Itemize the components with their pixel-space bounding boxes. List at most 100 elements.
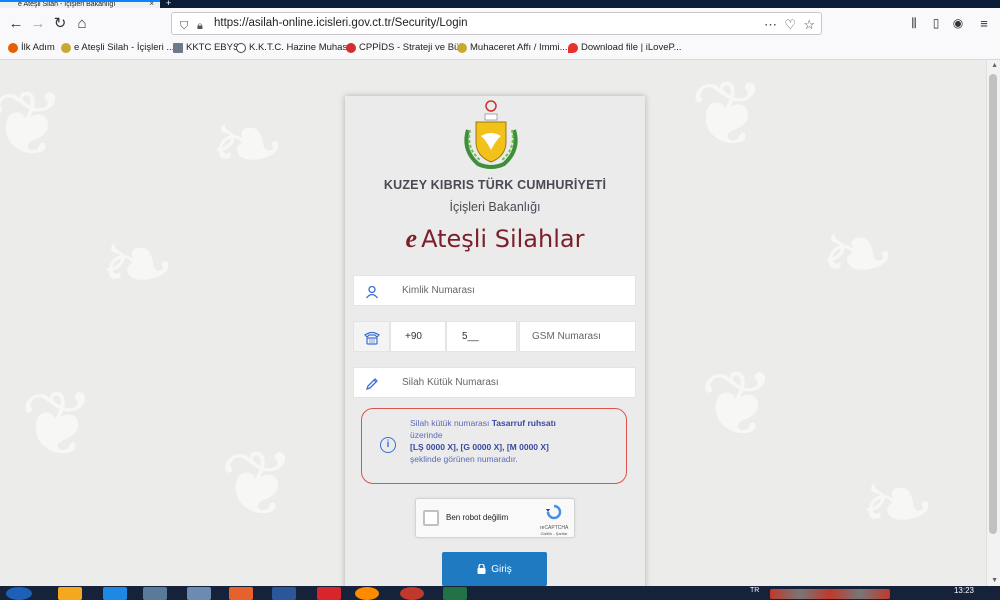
leaf-pattern-decoration: ❦ xyxy=(20,375,96,475)
globe-icon xyxy=(236,42,246,53)
leaf-pattern-decoration: ❧ xyxy=(210,95,286,195)
gsm-prefix-field[interactable]: 5__ xyxy=(446,321,517,352)
bookmarks-bar: İlk Adım e Ateşli Silah - İçişleri ... K… xyxy=(0,38,1000,60)
bookmark-label: K.K.T.C. Hazine Muhas... xyxy=(249,42,356,53)
home-icon: ⌂ xyxy=(77,14,87,32)
pocket-icon[interactable]: ♡ xyxy=(784,14,796,35)
clock[interactable]: 13:23 xyxy=(954,586,974,595)
bookmark-item[interactable]: CPPİDS - Strateji ve Bü... xyxy=(346,42,467,53)
bookmark-label: CPPİDS - Strateji ve Bü... xyxy=(359,42,468,53)
start-button[interactable] xyxy=(6,587,32,600)
leaf-pattern-decoration: ❦ xyxy=(700,355,776,455)
recaptcha-checkbox[interactable] xyxy=(423,510,439,526)
pencil-icon xyxy=(354,368,390,399)
recaptcha-widget: Ben robot değilim reCAPTCHA Gizlilik - Ş… xyxy=(415,498,575,538)
ministry-name: İçişleri Bakanlığı xyxy=(449,200,541,214)
page-actions-icon[interactable]: ⋯ xyxy=(764,14,777,35)
app-title: e Ateşli Silahlar xyxy=(345,224,645,254)
new-tab-icon[interactable]: + xyxy=(166,0,171,8)
emblem-icon xyxy=(457,42,467,53)
system-tray-icons[interactable] xyxy=(770,589,890,599)
app-title-text: Ateşli Silahlar xyxy=(421,225,585,253)
word-icon[interactable] xyxy=(272,587,296,600)
phone-icon-box xyxy=(353,321,390,352)
reload-icon: ↻ xyxy=(53,15,67,32)
heart-icon xyxy=(568,42,578,53)
page-background: ❦ ❧ ❦ ❧ ❦ ❦ ❧ ❦ ❧ KUZEY KIBRIS TÜRK CUMH… xyxy=(0,60,1000,586)
internet-explorer-icon[interactable] xyxy=(103,587,127,600)
bookmark-label: Muhaceret Affı / Immi... xyxy=(470,42,568,53)
tab-close-icon[interactable]: × xyxy=(149,2,154,8)
recaptcha-label: Ben robot değilim xyxy=(446,513,509,522)
youtube-icon xyxy=(346,42,356,53)
login-button[interactable]: Giriş xyxy=(442,552,547,586)
leaf-pattern-decoration: ❧ xyxy=(100,215,176,315)
back-arrow-icon: ← xyxy=(8,14,24,32)
bookmark-label: e Ateşli Silah - İçişleri ... xyxy=(74,42,175,53)
library-icon: ⫼ xyxy=(911,15,917,30)
info-line4: şeklinde görünen numaradır. xyxy=(410,454,518,464)
shield-icon[interactable]: ⛉ xyxy=(180,16,188,37)
bookmark-item[interactable]: K.K.T.C. Hazine Muhas... xyxy=(236,42,355,53)
leaf-pattern-decoration: ❦ xyxy=(690,65,766,165)
scroll-up-icon[interactable]: ▲ xyxy=(991,62,998,69)
tab-title: e Ateşli Silah - İçişleri Bakanlığı xyxy=(18,1,116,8)
license-number-field[interactable]: Silah Kütük Numarası xyxy=(353,367,636,398)
bookmark-item[interactable]: İlk Adım xyxy=(8,42,55,53)
page-scrollbar[interactable]: ▲ ▼ xyxy=(986,60,1000,586)
lock-icon[interactable]: 🔒︎ xyxy=(197,16,203,37)
info-line2: üzerinde xyxy=(410,430,443,440)
url-text: https://asilah-online.icisleri.gov.ct.tr… xyxy=(214,17,468,29)
url-bar[interactable]: ⛉ 🔒︎ https://asilah-online.icisleri.gov.… xyxy=(171,12,822,35)
app-title-prefix: e xyxy=(405,224,418,253)
language-indicator[interactable]: TR xyxy=(750,587,759,594)
back-button[interactable]: ← xyxy=(6,13,26,33)
emblem-icon xyxy=(61,42,71,53)
menu-button[interactable]: ≡ xyxy=(974,13,994,33)
taskbar-app-icon[interactable] xyxy=(229,587,253,600)
firefox-taskbar-icon[interactable] xyxy=(355,587,379,600)
bookmark-item[interactable]: KKTC EBYS xyxy=(173,42,239,53)
info-icon: i xyxy=(380,437,396,453)
id-number-field[interactable]: Kimlik Numarası xyxy=(353,275,636,306)
info-line1-bold: Tasarruf ruhsatı xyxy=(491,418,556,428)
taskbar-app-icon[interactable] xyxy=(58,587,82,600)
forward-button[interactable]: → xyxy=(28,13,48,33)
extension-icon: ◉ xyxy=(952,16,964,30)
government-name: KUZEY KIBRIS TÜRK CUMHURİYETİ xyxy=(383,178,607,192)
bookmark-label: İlk Adım xyxy=(21,42,55,53)
scrollbar-thumb[interactable] xyxy=(989,74,997,534)
tab-active[interactable]: e Ateşli Silah - İçişleri Bakanlığı × xyxy=(0,0,160,8)
home-button[interactable]: ⌂ xyxy=(72,13,92,33)
navigation-bar: ← → ↻ ⌂ ⛉ 🔒︎ https://asilah-online.icisl… xyxy=(0,8,1000,38)
id-number-placeholder: Kimlik Numarası xyxy=(402,285,475,296)
excel-icon[interactable] xyxy=(443,587,467,600)
sidebar-icon: ▯ xyxy=(932,16,940,30)
library-button[interactable]: ⫼ xyxy=(904,13,924,33)
recaptcha-icon xyxy=(546,504,562,520)
taskbar-app-icon[interactable] xyxy=(143,587,167,600)
firefox-icon xyxy=(8,42,18,53)
recaptcha-links[interactable]: Gizlilik - Şartlar xyxy=(540,531,568,537)
license-number-placeholder: Silah Kütük Numarası xyxy=(402,377,499,388)
sidebar-button[interactable]: ▯ xyxy=(926,13,946,33)
extension-button[interactable]: ◉ xyxy=(948,13,968,33)
scroll-down-icon[interactable]: ▼ xyxy=(991,577,998,584)
acrobat-icon[interactable] xyxy=(317,587,341,600)
bookmark-label: KKTC EBYS xyxy=(186,42,240,53)
taskbar-app-icon[interactable] xyxy=(400,587,424,600)
taskbar: TR 13:23 xyxy=(0,586,1000,600)
taskbar-app-icon[interactable] xyxy=(187,587,211,600)
leaf-pattern-decoration: ❦ xyxy=(220,435,296,535)
bookmark-item[interactable]: Download file | iLoveP... xyxy=(568,42,682,53)
country-code-field[interactable]: +90 xyxy=(390,321,446,352)
bookmark-item[interactable]: e Ateşli Silah - İçişleri ... xyxy=(61,42,174,53)
phone-icon xyxy=(354,322,389,353)
reload-button[interactable]: ↻ xyxy=(50,13,70,33)
login-button-label: Giriş xyxy=(491,563,512,575)
info-line1: Silah kütük numarası xyxy=(410,418,490,428)
bookmark-item[interactable]: Muhaceret Affı / Immi... xyxy=(457,42,568,53)
gsm-number-field[interactable]: GSM Numarası xyxy=(519,321,636,352)
bookmark-star-icon[interactable]: ☆ xyxy=(803,14,815,35)
page-icon xyxy=(173,42,183,53)
